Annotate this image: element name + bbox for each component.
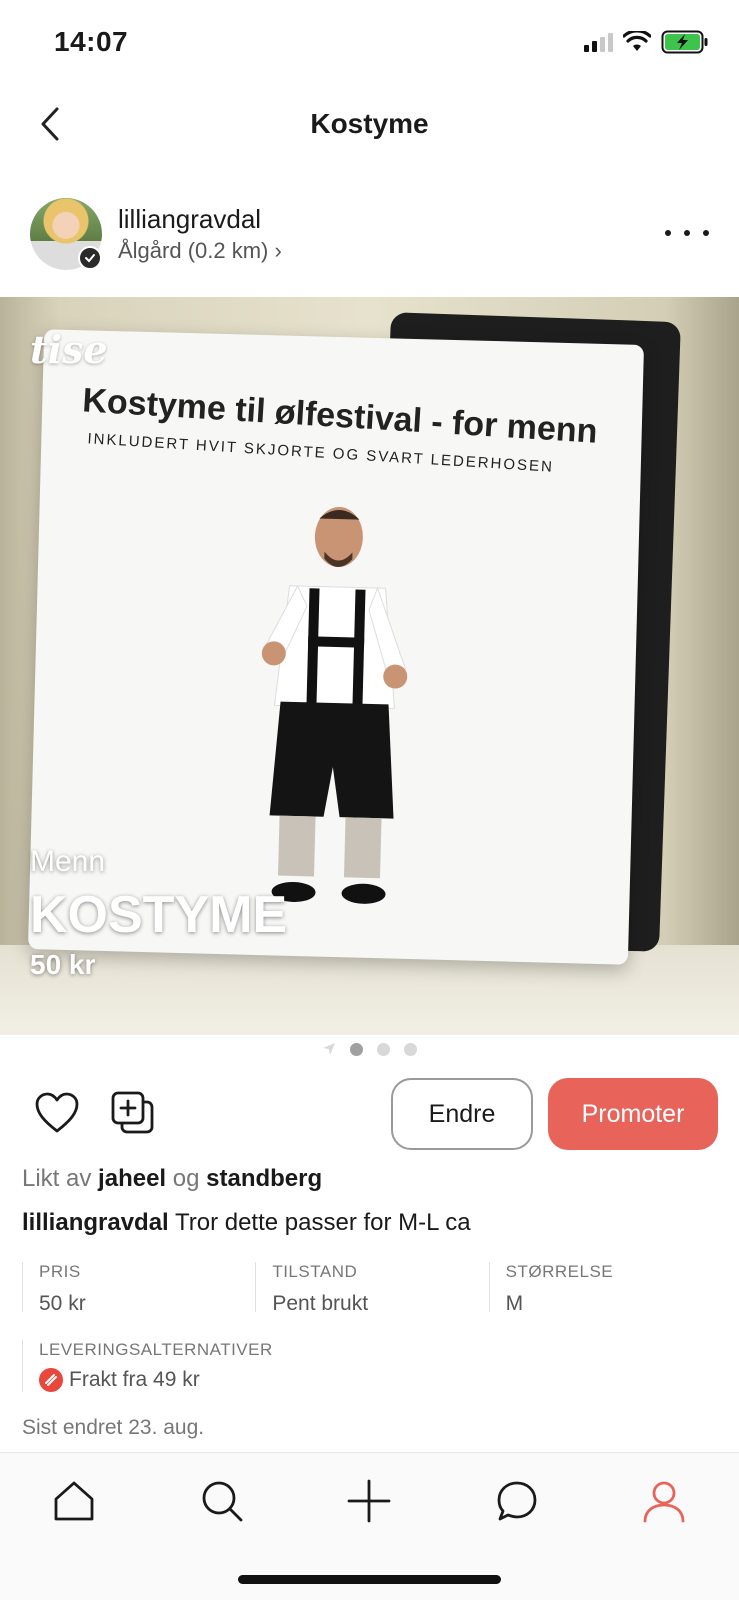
pager-dot[interactable] xyxy=(404,1042,417,1056)
tab-home[interactable] xyxy=(46,1473,102,1529)
tab-messages[interactable] xyxy=(489,1473,545,1529)
nav-bar: Kostyme xyxy=(0,90,739,162)
home-indicator xyxy=(238,1575,501,1584)
tab-search[interactable] xyxy=(194,1473,250,1529)
location-arrow-icon xyxy=(323,1043,335,1055)
description-text: Tror dette passer for M-L ca xyxy=(174,1209,471,1236)
delivery-value: Frakt fra 49 kr xyxy=(69,1368,200,1391)
chat-icon xyxy=(497,1481,537,1521)
tab-bar xyxy=(0,1452,739,1600)
seller-location[interactable]: Ålgård (0.2 km) › xyxy=(118,238,282,264)
listing-specs: PRIS 50 kr TILSTAND Pent brukt STØRRELSE… xyxy=(22,1262,722,1315)
last-updated: Sist endret 23. aug. xyxy=(22,1416,205,1439)
status-bar: 14:07 xyxy=(0,0,739,90)
liked-by: Likt av jaheel og standberg xyxy=(22,1165,323,1192)
description-username[interactable]: lilliangravdal xyxy=(22,1209,169,1236)
tab-profile[interactable] xyxy=(636,1473,692,1529)
profile-icon xyxy=(643,1481,685,1523)
shipping-icon xyxy=(39,1368,63,1392)
add-to-collection-button[interactable] xyxy=(110,1090,156,1136)
tab-create[interactable] xyxy=(341,1473,397,1529)
wifi-icon xyxy=(623,31,651,51)
add-collection-icon xyxy=(111,1091,154,1134)
status-time: 14:07 xyxy=(54,26,129,57)
heart-icon xyxy=(35,1092,79,1133)
action-row: Endre Promoter xyxy=(0,1078,739,1150)
listing-title: KOSTYME xyxy=(30,886,288,944)
delivery-options: LEVERINGSALTERNATIVER Frakt fra 49 kr xyxy=(22,1340,273,1392)
pager-dot[interactable] xyxy=(350,1042,363,1056)
verified-badge-icon xyxy=(78,246,102,270)
listing-category: Menn xyxy=(30,845,106,878)
liked-by-user[interactable]: standberg xyxy=(206,1165,322,1192)
plus-icon xyxy=(347,1479,391,1523)
page-title: Kostyme xyxy=(310,108,429,139)
signal-icon xyxy=(584,32,613,52)
home-icon xyxy=(54,1481,94,1521)
spec-condition: TILSTAND Pent brukt xyxy=(255,1262,488,1315)
listing-price: 50 kr xyxy=(30,949,96,980)
status-icons xyxy=(584,30,709,54)
pager-dot[interactable] xyxy=(377,1042,390,1056)
costume-model-figure xyxy=(261,507,408,904)
like-button[interactable] xyxy=(34,1091,80,1135)
listing-image[interactable]: Kostyme til ølfestival - for menn INKLUD… xyxy=(0,297,739,1035)
listing-description: lilliangravdal Tror dette passer for M-L… xyxy=(22,1209,471,1237)
seller-header: lilliangravdal Ålgård (0.2 km) › xyxy=(0,198,739,278)
ellipsis-icon xyxy=(665,230,671,236)
spec-size: STØRRELSE M xyxy=(488,1262,722,1315)
seller-username[interactable]: lilliangravdal xyxy=(118,204,261,235)
image-pager xyxy=(0,1042,739,1056)
tise-watermark: tise xyxy=(30,327,108,372)
edit-button[interactable]: Endre xyxy=(391,1078,533,1150)
promote-button[interactable]: Promoter xyxy=(548,1078,718,1150)
more-options-button[interactable] xyxy=(665,218,709,248)
liked-by-user[interactable]: jaheel xyxy=(98,1165,166,1192)
spec-price: PRIS 50 kr xyxy=(22,1262,255,1315)
costume-package: Kostyme til ølfestival - for menn INKLUD… xyxy=(27,329,645,965)
search-icon xyxy=(202,1481,243,1522)
battery-charging-icon xyxy=(661,30,708,54)
